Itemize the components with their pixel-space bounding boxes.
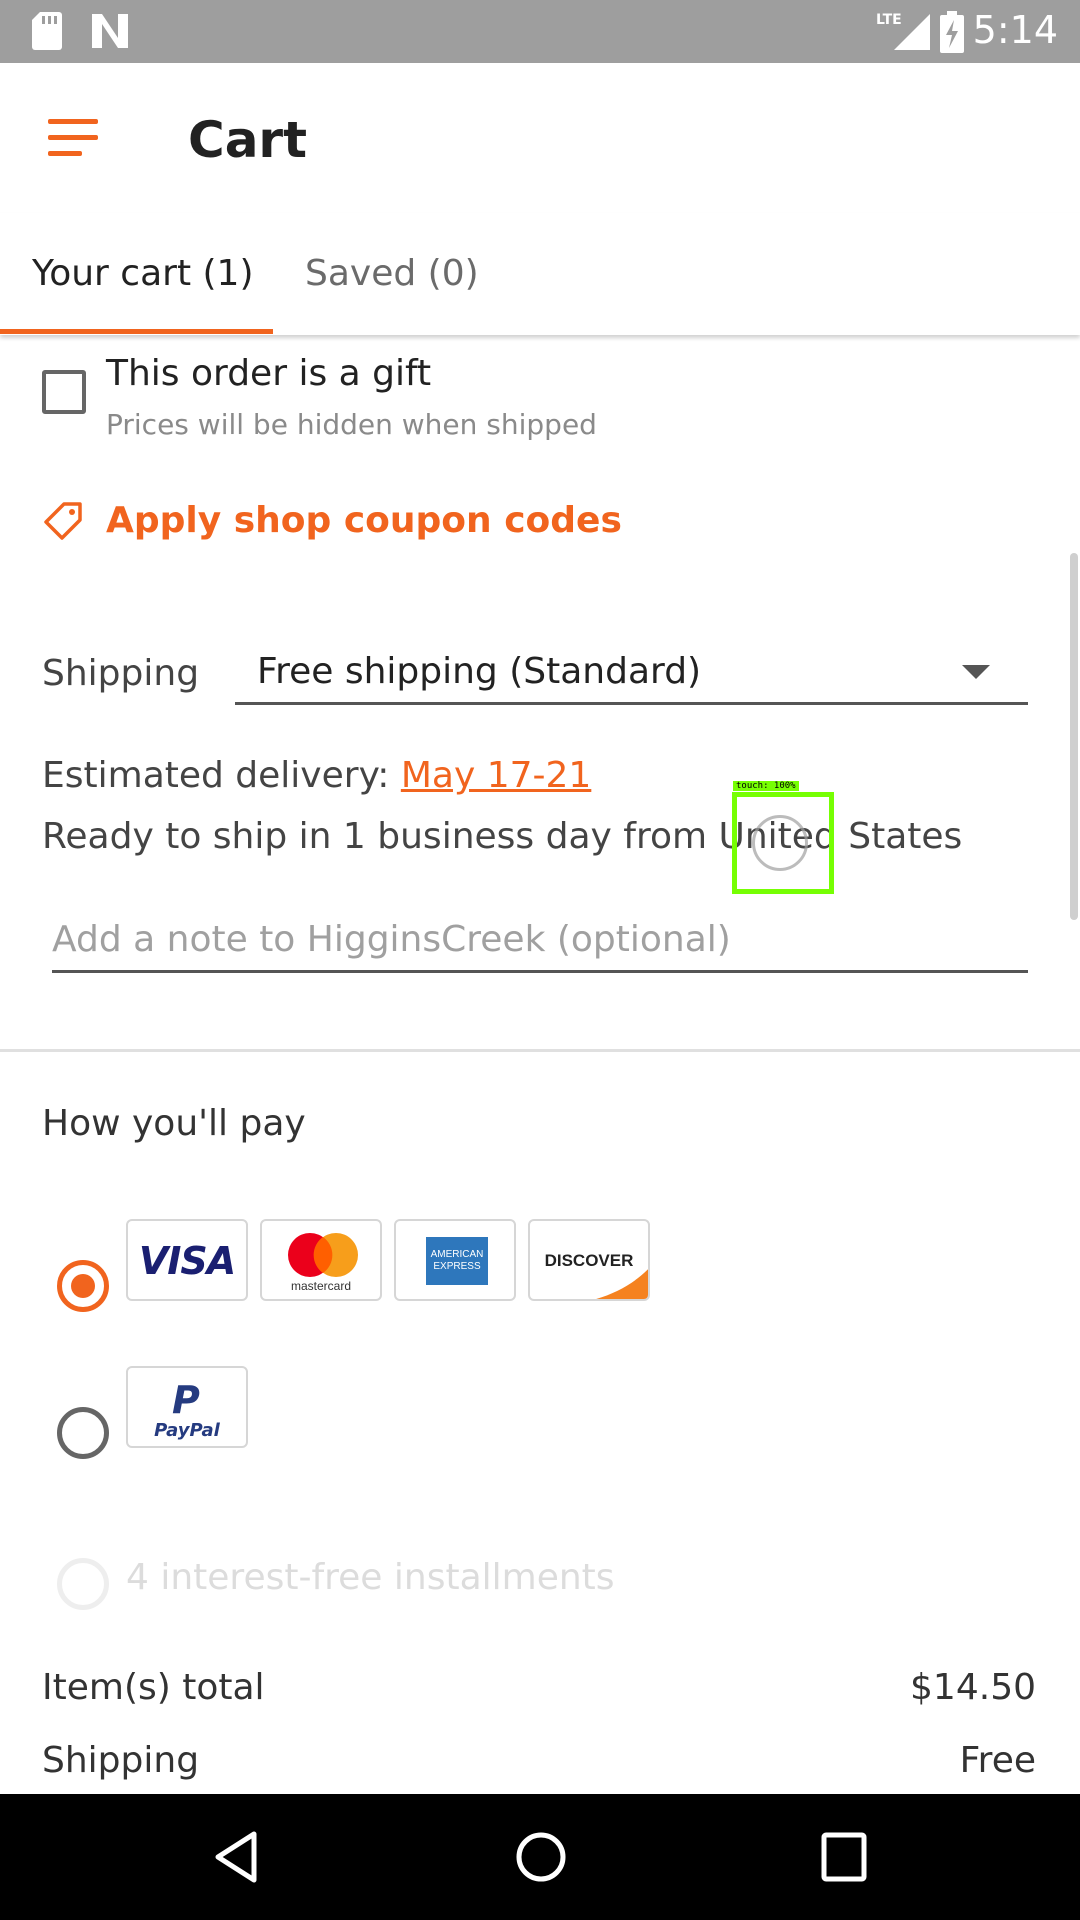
app-bar: Cart [0, 63, 1080, 213]
discover-logo: DISCOVER [528, 1219, 650, 1301]
lte-signal-icon: LTE [876, 12, 930, 50]
cart-content[interactable]: This order is a gift Prices will be hidd… [0, 335, 1080, 1794]
n-notification-icon [92, 14, 128, 48]
touch-indicator-label: touch: 100% [733, 781, 799, 791]
scrollbar[interactable] [1070, 553, 1078, 920]
page-title: Cart [188, 111, 307, 169]
mastercard-logo: mastercard [260, 1219, 382, 1301]
payment-title: How you'll pay [42, 1103, 306, 1144]
sd-card-icon [32, 12, 62, 50]
divider [0, 1049, 1080, 1052]
visa-logo: VISA [126, 1219, 248, 1301]
gift-title: This order is a gift [106, 353, 432, 394]
shipping-label: Shipping [42, 653, 200, 694]
tag-icon[interactable] [42, 500, 84, 542]
recent-apps-icon[interactable] [820, 1831, 868, 1883]
delivery-dates-link[interactable]: May 17-21 [401, 755, 591, 796]
paypal-logo: P PayPal [126, 1366, 248, 1448]
hamburger-menu-icon[interactable] [48, 117, 98, 157]
navigation-bar [0, 1794, 1080, 1920]
items-total-label: Item(s) total [42, 1667, 265, 1708]
home-icon[interactable] [515, 1829, 567, 1885]
tab-your-cart[interactable]: Your cart (1) [32, 253, 254, 294]
shipping-select[interactable]: Free shipping (Standard) [235, 637, 1028, 705]
battery-charging-icon [940, 11, 964, 53]
amex-logo: AMERICAN EXPRESS [394, 1219, 516, 1301]
paypal-mark: P [172, 1378, 200, 1422]
mastercard-logo-text: mastercard [290, 1279, 352, 1293]
seller-note-input[interactable] [52, 905, 1028, 973]
items-total-value: $14.50 [910, 1667, 1036, 1708]
gift-checkbox[interactable] [42, 370, 86, 414]
mastercard-circles-icon [288, 1233, 358, 1277]
tab-bar: Your cart (1) Saved (0) [0, 213, 1080, 335]
radio-paypal[interactable] [57, 1407, 109, 1459]
tab-saved[interactable]: Saved (0) [305, 253, 479, 294]
summary-shipping-label: Shipping [42, 1740, 200, 1781]
status-bar: LTE 5:14 [0, 0, 1080, 63]
visa-logo-text: VISA [138, 1239, 236, 1283]
radio-cards[interactable] [57, 1260, 109, 1312]
status-time: 5:14 [972, 8, 1058, 52]
discover-swoosh-icon [596, 1269, 648, 1299]
amex-logo-text: AMERICAN EXPRESS [426, 1237, 488, 1285]
svg-text:LTE: LTE [876, 12, 902, 28]
apply-coupon-button[interactable]: Apply shop coupon codes [106, 500, 622, 541]
radio-installments[interactable] [57, 1558, 109, 1610]
tab-indicator [0, 329, 273, 334]
touch-indicator-circle [752, 815, 808, 871]
estimated-delivery-label: Estimated delivery: [42, 755, 401, 796]
shipping-selected-value: Free shipping (Standard) [257, 651, 702, 692]
paypal-logo-text: PayPal [154, 1420, 220, 1441]
radio-selected-dot [71, 1274, 95, 1298]
summary-shipping-value: Free [959, 1740, 1036, 1781]
installments-label: 4 interest-free installments [126, 1557, 615, 1598]
back-icon[interactable] [212, 1829, 260, 1885]
chevron-down-icon [962, 665, 990, 679]
estimated-delivery: Estimated delivery: May 17-21 [42, 755, 591, 796]
gift-subtitle: Prices will be hidden when shipped [106, 408, 597, 441]
